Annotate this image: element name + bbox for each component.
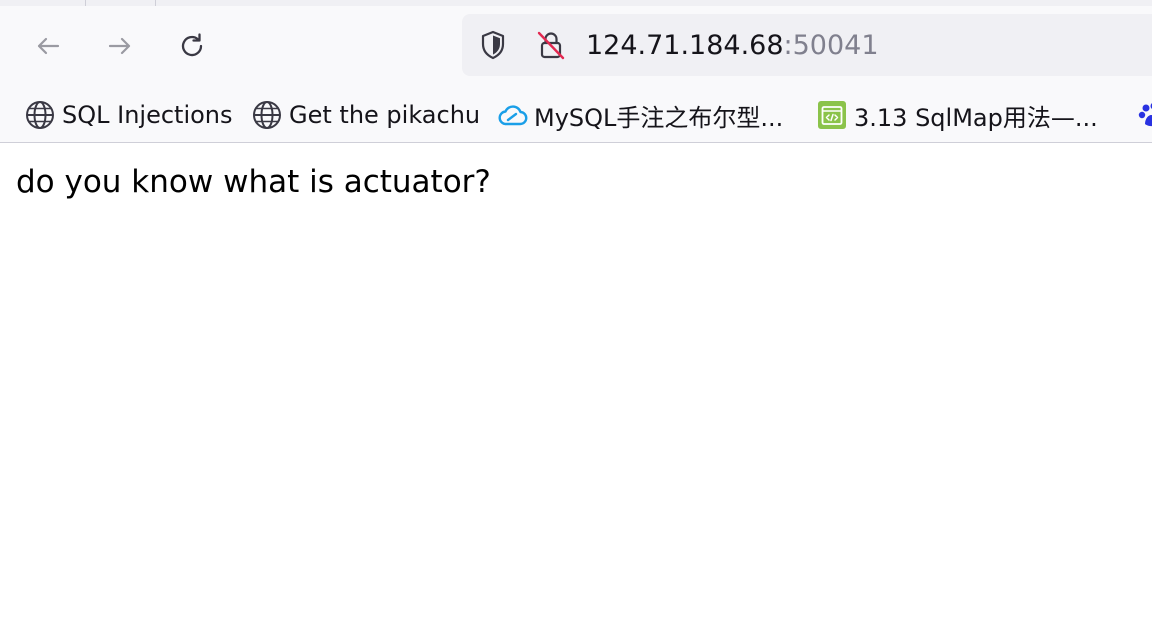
browser-chrome: 124.71.184.68:50041 SQL Injections Get t… [0, 0, 1152, 143]
arrow-left-icon [37, 37, 60, 55]
reload-button[interactable] [172, 26, 212, 66]
code-window-icon [818, 101, 846, 129]
cloud-icon [498, 105, 528, 126]
bookmark-get-the-pikachu[interactable]: Get the pikachu [251, 96, 480, 134]
page-content: do you know what is actuator? [0, 143, 1152, 633]
bookmark-sql-injections[interactable]: SQL Injections [24, 96, 233, 134]
bookmark-label: Get the pikachu [289, 101, 481, 129]
globe-icon [253, 101, 281, 129]
globe-icon [26, 101, 54, 129]
bookmark-label: 3.13 SqlMap用法—... [854, 103, 1098, 132]
bookmarks-toolbar: SQL Injections Get the pikachu MySQL手注之布… [0, 88, 1152, 142]
url-port: :50041 [783, 30, 879, 61]
forward-button[interactable] [100, 26, 140, 66]
bookmark-label: SQL Injections [62, 101, 233, 129]
bookmark-label: MySQL手注之布尔型... [534, 103, 784, 132]
navigation-toolbar: 124.71.184.68:50041 [0, 6, 1152, 88]
reload-icon [181, 33, 203, 57]
url-host: 124.71.184.68 [586, 30, 784, 61]
url-text[interactable]: 124.71.184.68:50041 [586, 30, 879, 62]
paw-icon [1138, 103, 1152, 127]
address-bar[interactable]: 124.71.184.68:50041 [462, 14, 1152, 76]
back-button[interactable] [28, 26, 68, 66]
insecure-lock-icon[interactable] [534, 28, 568, 62]
bookmark-mysql[interactable]: MySQL手注之布尔型... [496, 96, 783, 134]
tracking-protection-shield-icon[interactable] [476, 28, 510, 62]
page-text: do you know what is actuator? [16, 164, 491, 200]
bookmark-sqlmap[interactable]: 3.13 SqlMap用法—... [816, 96, 1098, 134]
bookmark-overflow-item[interactable] [1136, 96, 1152, 134]
arrow-right-icon [108, 37, 131, 55]
